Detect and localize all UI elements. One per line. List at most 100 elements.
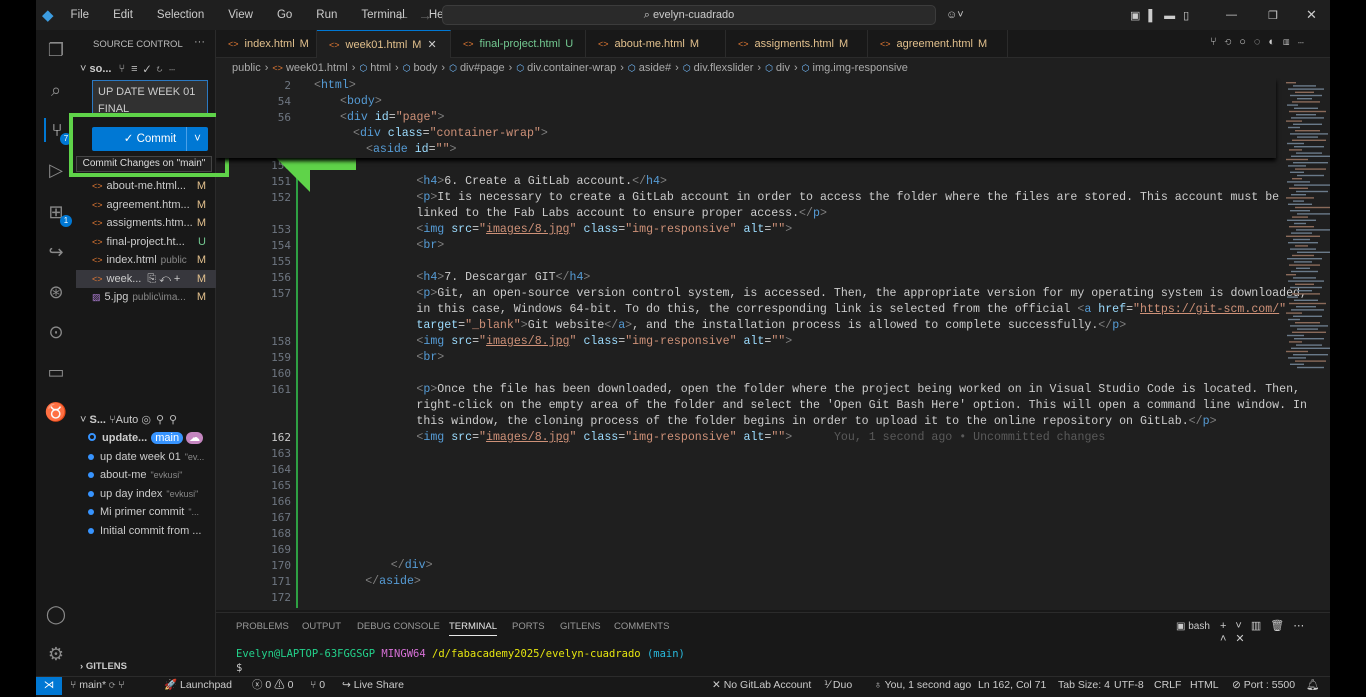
commit-graph-item[interactable]: Initial commit from ... (88, 522, 201, 540)
tab-final-project[interactable]: <> final-project.html U (451, 30, 586, 58)
search-icon[interactable]: ⌕ (44, 78, 68, 102)
status-port[interactable]: ⊘ Port : 5500 (1232, 677, 1295, 694)
code-line[interactable]: <p>Git, an open-source version control s… (416, 286, 1307, 302)
changed-file[interactable]: <> index.html public M (76, 251, 216, 269)
remote-icon[interactable]: ⋊ (36, 677, 62, 695)
panel-tab-debug-console[interactable]: DEBUG CONSOLE (357, 621, 440, 632)
restore-icon[interactable]: ❐ (1268, 9, 1278, 22)
comments-icon[interactable]: ▭ (44, 360, 68, 384)
status-gitlab[interactable]: ✕ No GitLab Account (712, 677, 811, 694)
panel-tab-gitlens[interactable]: GITLENS (560, 621, 601, 632)
code-line[interactable]: <h4>7. Descargar GIT</h4> (416, 270, 590, 286)
graph-actions-icons[interactable]: ◎⚲⚲ (141, 414, 182, 426)
minimap[interactable] (1278, 78, 1330, 610)
terminal-prompt[interactable]: Evelyn@LAPTOP-63FGGSGP MINGW64 /d/fabaca… (236, 648, 685, 660)
commit-graph-item[interactable]: up day index "evkusi" (88, 485, 198, 503)
back-icon[interactable]: ← (396, 7, 410, 23)
notifications-bell-icon[interactable]: 🔔︎ (1306, 677, 1319, 694)
changed-file[interactable]: <> about-me.html... M (76, 177, 216, 195)
copilot-icon[interactable]: ☺˅ (946, 9, 964, 21)
panel-tab-terminal[interactable]: TERMINAL (449, 621, 498, 636)
breadcrumb-item[interactable]: img.img-responsive (813, 62, 908, 74)
changed-file[interactable]: <> week... ⎘↶+ M (76, 269, 216, 288)
source-control-icon[interactable]: ⑂ 7 (44, 118, 72, 145)
status-eol[interactable]: CRLF (1154, 677, 1181, 694)
code-line[interactable]: right-click on the empty area of the fol… (416, 398, 1307, 414)
commit-graph-item[interactable]: update... main ☁ (88, 429, 204, 447)
panel-tab-problems[interactable]: PROBLEMS (236, 621, 289, 632)
changed-file[interactable]: <> agreement.htm... M (76, 196, 216, 214)
repo-header[interactable]: ˅ so... ⑂≡✓↻⋯ (80, 60, 220, 78)
close-tab-icon[interactable]: ✕ (427, 39, 436, 51)
extensions-icon[interactable]: ⊞ 1 (44, 200, 72, 227)
breadcrumb-item[interactable]: public (232, 62, 261, 74)
code-line[interactable]: <br> (416, 238, 444, 254)
status-ports[interactable]: ⑂ 0 (310, 677, 325, 694)
changed-file[interactable]: <> final-project.ht... U (76, 233, 216, 251)
settings-gear-icon[interactable]: ⚙ (44, 642, 68, 666)
file-actions-icons[interactable]: ⎘↶+ (147, 273, 183, 285)
tab-assigments[interactable]: <> assigments.html M (726, 30, 868, 58)
repo-actions-icons[interactable]: ⑂≡✓↻⋯ (119, 63, 182, 75)
menu-edit[interactable]: Edit (106, 9, 140, 21)
code-line[interactable]: <br> (416, 350, 444, 366)
status-cursor-position[interactable]: Ln 162, Col 71 (978, 677, 1046, 694)
code-line[interactable]: in this case, Windows 64-bit. To do this… (416, 302, 1286, 318)
code-line[interactable]: <p>Once the file has been downloaded, op… (416, 382, 1300, 398)
code-line[interactable]: <img src="images/8.jpg" class="img-respo… (416, 334, 792, 350)
changed-file[interactable]: ▨ 5.jpg public\ima... M (76, 288, 216, 306)
code-line[interactable]: </div> (391, 558, 433, 574)
code-editor[interactable]: 2 <html> 54 <body> 56 <div id="page"> <div cla… (216, 78, 1330, 610)
explorer-icon[interactable]: ❐ (44, 38, 68, 62)
commit-graph-item[interactable]: about-me "evkusi" (88, 466, 182, 484)
tab-agreement[interactable]: <> agreement.html M (868, 30, 1008, 58)
graph-header[interactable]: ˅ S... ⑂Auto ◎⚲⚲ (80, 411, 220, 429)
panel-tab-comments[interactable]: COMMENTS (614, 621, 669, 632)
breadcrumb-item[interactable]: div (776, 62, 790, 74)
breadcrumb-item[interactable]: div#page (460, 62, 505, 74)
commit-message-input[interactable]: UP DATE WEEK 01 FINAL (92, 80, 208, 116)
breadcrumb-item[interactable]: week01.html (286, 62, 348, 74)
commit-graph-item[interactable]: Mi primer commit "... (88, 503, 199, 521)
terminal-shell-label[interactable]: ▣ bash (1176, 621, 1210, 632)
status-launchpad[interactable]: 🚀 Launchpad (164, 677, 232, 694)
status-liveshare[interactable]: ↪ Live Share (342, 677, 404, 694)
code-line[interactable]: <img src="images/8.jpg" class="img-respo… (416, 222, 792, 238)
forward-icon[interactable]: → (418, 7, 432, 23)
menu-go[interactable]: Go (270, 9, 299, 21)
tab-week01[interactable]: <> week01.html M ✕ (317, 30, 451, 58)
code-line[interactable]: <h4>6. Create a GitLab account.</h4> (416, 174, 667, 190)
status-encoding[interactable]: UTF-8 (1114, 677, 1144, 694)
terminal-input[interactable]: $ (236, 662, 242, 674)
sticky-code-line[interactable]: <body> (340, 94, 382, 110)
panel-tab-ports[interactable]: PORTS (512, 621, 545, 632)
more-actions-icon[interactable]: ··· (194, 36, 205, 48)
remote-explorer-icon[interactable]: ⊙ (44, 320, 68, 344)
code-line[interactable]: linked to the Fab Labs account to ensure… (416, 206, 827, 222)
minimize-icon[interactable]: — (1226, 9, 1237, 21)
run-debug-icon[interactable]: ▷ (44, 158, 68, 182)
commit-graph-item[interactable]: up date week 01 "ev... (88, 448, 204, 466)
sticky-code-line[interactable]: <html> (314, 78, 356, 94)
close-window-icon[interactable]: ✕ (1306, 7, 1317, 23)
gitlab-icon[interactable]: ♉ (44, 400, 68, 424)
panel-actions-icons[interactable]: +˅▥🗑⋯˄✕ (1220, 619, 1330, 645)
panel-tab-output[interactable]: OUTPUT (302, 621, 341, 632)
status-branch[interactable]: ⑂ main* ⟳ ⑂ (70, 677, 125, 694)
sticky-code-line[interactable]: <div id="page"> (340, 110, 444, 126)
code-line[interactable]: this window, the cloning process of the … (416, 414, 1216, 430)
command-center-search[interactable]: ⌕ evelyn-cuadrado (442, 5, 936, 25)
status-blame[interactable]: ♁ You, 1 second ago (874, 677, 971, 694)
layout-icons[interactable]: ▣▌▬▯ (1130, 9, 1197, 22)
menu-file[interactable]: File (64, 9, 97, 21)
code-line[interactable]: <p>It is necessary to create a GitLab ac… (416, 190, 1279, 206)
status-duo[interactable]: ⅟ Duo (824, 677, 852, 694)
live-share-icon[interactable]: ↪ (44, 240, 68, 264)
gitlens-icon[interactable]: ⊛ (44, 280, 68, 304)
status-problems[interactable]: ⓧ 0 ⚠ 0 (252, 677, 293, 694)
tab-about-me[interactable]: <> about-me.html M (586, 30, 726, 58)
code-line[interactable]: </aside> (365, 574, 421, 590)
changed-file[interactable]: <> assigments.htm... M (76, 214, 216, 232)
menu-run[interactable]: Run (309, 9, 344, 21)
breadcrumb-item[interactable]: aside# (639, 62, 671, 74)
